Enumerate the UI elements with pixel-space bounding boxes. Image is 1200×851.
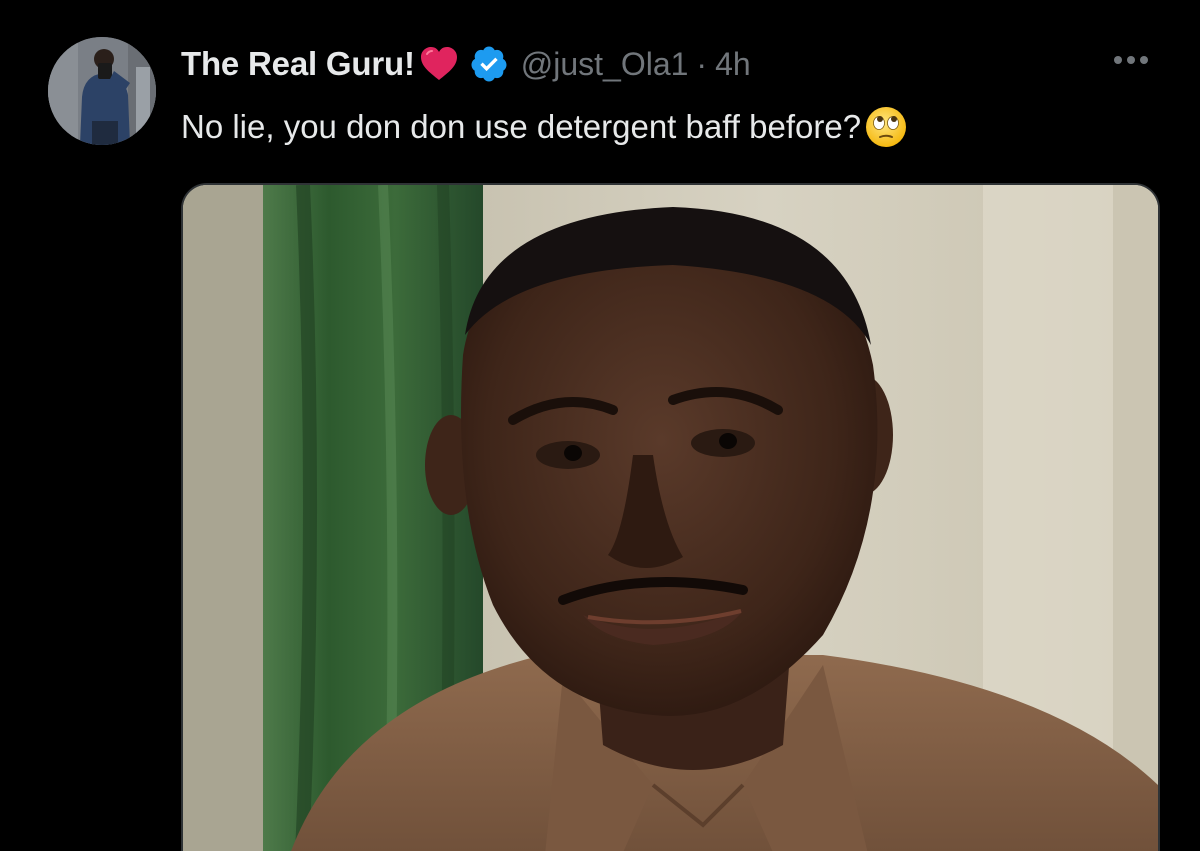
tweet[interactable]: The Real Guru! @just_Ola1 · 4h No lie, y… — [0, 0, 1200, 851]
more-icon[interactable] — [1110, 50, 1152, 70]
timestamp[interactable]: 4h — [715, 46, 751, 83]
heart-icon — [419, 46, 459, 82]
handle[interactable]: @just_Ola1 — [521, 46, 689, 83]
meme-photo — [183, 185, 1158, 851]
verified-icon[interactable] — [469, 44, 509, 84]
separator-dot: · — [696, 45, 708, 82]
display-name[interactable]: The Real Guru! — [181, 45, 415, 83]
tweet-text: No lie, you don don use detergent baff b… — [181, 102, 909, 152]
face-with-rolling-eyes-icon — [863, 104, 909, 150]
avatar-photo-icon — [48, 37, 156, 145]
tweet-text-content: No lie, you don don use detergent baff b… — [181, 108, 862, 145]
tweet-media-image[interactable] — [181, 183, 1160, 851]
tweet-header: The Real Guru! @just_Ola1 · 4h — [181, 40, 751, 88]
avatar[interactable] — [48, 37, 156, 145]
